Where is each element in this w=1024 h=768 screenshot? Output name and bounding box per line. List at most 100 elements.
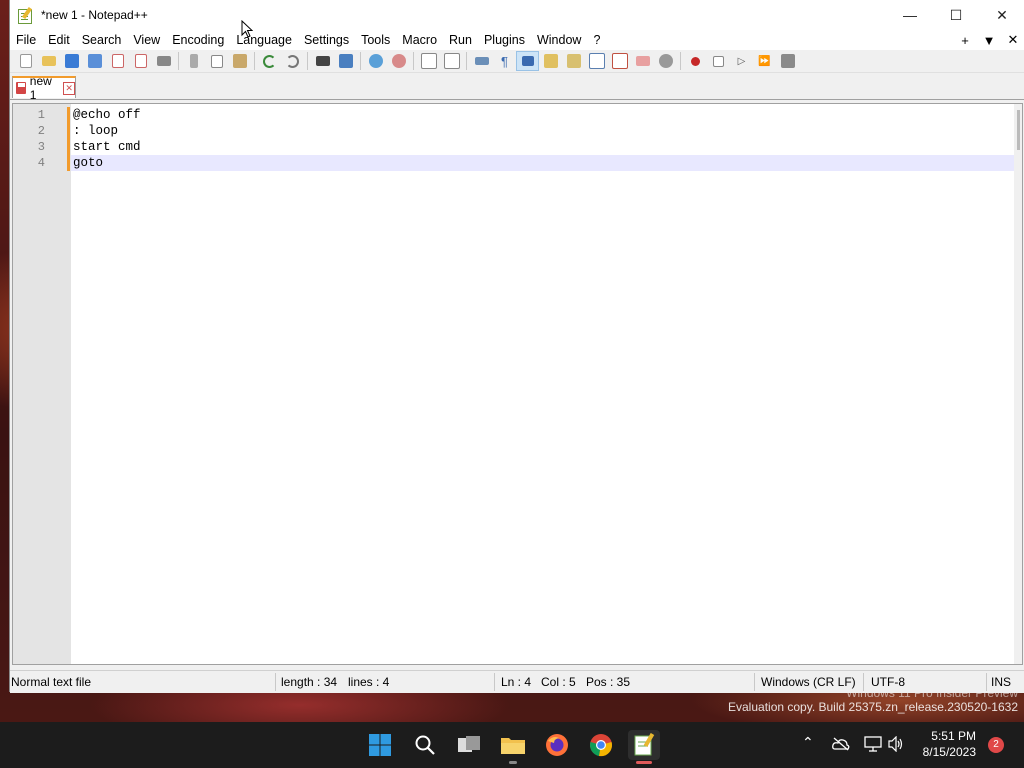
udl-button[interactable]	[539, 51, 562, 71]
toolbar-separator	[254, 52, 255, 70]
monitoring-button[interactable]	[654, 51, 677, 71]
menu-search[interactable]: Search	[76, 30, 128, 50]
menu-macro[interactable]: Macro	[396, 30, 443, 50]
fast-forward-icon: ⏩	[758, 55, 771, 67]
scissors-icon	[189, 54, 198, 68]
find-button[interactable]	[311, 51, 334, 71]
notepadpp-taskbar-button[interactable]	[628, 730, 660, 764]
menu-tools[interactable]: Tools	[355, 30, 396, 50]
sync-horizontal-button[interactable]	[440, 51, 463, 71]
status-encoding[interactable]: UTF-8	[871, 675, 905, 689]
copy-icon	[210, 54, 223, 68]
status-insert-mode[interactable]: INS	[991, 675, 1011, 689]
vertical-scrollbar[interactable]	[1014, 104, 1022, 664]
close-all-button[interactable]	[129, 51, 152, 71]
cut-button[interactable]	[182, 51, 205, 71]
copy-button[interactable]	[205, 51, 228, 71]
tab-new-1[interactable]: new 1 ✕	[12, 74, 76, 102]
stop-macro-button[interactable]	[707, 51, 730, 71]
status-eol[interactable]: Windows (CR LF)	[761, 675, 856, 689]
task-view-icon	[458, 736, 480, 752]
folder-workspace-button[interactable]	[631, 51, 654, 71]
mouse-cursor-icon	[241, 20, 253, 38]
record-icon	[691, 56, 700, 66]
zoom-out-button[interactable]	[387, 51, 410, 71]
close-file-button[interactable]	[106, 51, 129, 71]
system-clock[interactable]: 5:51 PM 8/15/2023	[923, 728, 976, 760]
editor-area[interactable]: 1 2 3 4 @echo off : loop start cmd goto	[12, 103, 1023, 665]
menu-edit[interactable]: Edit	[42, 30, 76, 50]
file-explorer-button[interactable]	[497, 730, 529, 764]
toolbar-separator	[307, 52, 308, 70]
start-button[interactable]	[364, 730, 396, 760]
save-all-button[interactable]	[83, 51, 106, 71]
code-line[interactable]: start cmd	[71, 139, 1014, 155]
network-icon[interactable]	[864, 736, 882, 752]
redo-button[interactable]	[281, 51, 304, 71]
function-list-icon	[611, 53, 628, 69]
status-length: length : 34	[281, 675, 338, 689]
sync-vertical-button[interactable]	[417, 51, 440, 71]
windows-logo-icon	[369, 734, 391, 756]
status-file-type: Normal text file	[11, 675, 92, 689]
onedrive-offline-icon[interactable]	[832, 737, 850, 751]
menu-help[interactable]: ?	[587, 30, 606, 50]
notification-badge[interactable]: 2	[988, 737, 1004, 753]
function-list-button[interactable]	[608, 51, 631, 71]
menu-window[interactable]: Window	[531, 30, 587, 50]
folder-icon	[41, 56, 56, 66]
close-button[interactable]: ✕	[979, 0, 1024, 30]
save-button[interactable]	[60, 51, 83, 71]
zoom-in-button[interactable]	[364, 51, 387, 71]
indent-guide-button[interactable]	[516, 51, 539, 71]
run-macro-multiple-button[interactable]: ⏩	[753, 51, 776, 71]
clock-date: 8/15/2023	[922, 745, 976, 759]
binoculars-icon	[315, 56, 330, 66]
replace-icon	[338, 54, 353, 68]
menu-plugins[interactable]: Plugins	[478, 30, 531, 50]
current-code-line[interactable]: goto	[71, 155, 1014, 171]
save-macro-button[interactable]	[776, 51, 799, 71]
firefox-button[interactable]	[541, 730, 573, 760]
toolbar-separator	[680, 52, 681, 70]
volume-icon[interactable]	[888, 736, 904, 752]
printer-icon	[156, 56, 171, 66]
open-file-button[interactable]	[37, 51, 60, 71]
title-bar[interactable]: *new 1 - Notepad++ — ☐ ✕	[10, 0, 1024, 30]
chrome-button[interactable]	[585, 730, 617, 760]
menu-run[interactable]: Run	[443, 30, 478, 50]
replace-button[interactable]	[334, 51, 357, 71]
toolbar-separator	[178, 52, 179, 70]
stop-icon	[713, 55, 724, 67]
tab-list-icon[interactable]: ▼	[977, 33, 1001, 48]
word-wrap-button[interactable]	[470, 51, 493, 71]
close-file-icon	[111, 54, 124, 68]
chevron-up-icon[interactable]: ⌃	[802, 734, 814, 751]
menu-view[interactable]: View	[127, 30, 166, 50]
paste-button[interactable]	[228, 51, 251, 71]
close-doc-icon[interactable]: ✕	[1001, 32, 1024, 48]
doc-map-button[interactable]	[562, 51, 585, 71]
task-view-button[interactable]	[453, 730, 485, 760]
notepadpp-icon	[634, 733, 655, 756]
menu-settings[interactable]: Settings	[298, 30, 355, 50]
maximize-button[interactable]: ☐	[933, 0, 979, 30]
code-line[interactable]: : loop	[71, 123, 1014, 139]
new-file-button[interactable]	[14, 51, 37, 71]
menu-encoding[interactable]: Encoding	[166, 30, 230, 50]
undo-button[interactable]	[258, 51, 281, 71]
menu-file[interactable]: File	[10, 30, 42, 50]
chrome-icon	[590, 734, 612, 757]
minimize-button[interactable]: —	[887, 0, 933, 30]
active-indicator	[636, 761, 652, 764]
doc-list-button[interactable]	[585, 51, 608, 71]
code-line[interactable]: @echo off	[71, 107, 1014, 123]
record-macro-button[interactable]	[684, 51, 707, 71]
save-icon	[64, 54, 79, 68]
search-button[interactable]	[409, 730, 441, 760]
add-tab-icon[interactable]: +	[953, 33, 977, 48]
tab-close-icon[interactable]: ✕	[63, 81, 75, 95]
print-button[interactable]	[152, 51, 175, 71]
show-all-chars-button[interactable]: ¶	[493, 51, 516, 71]
play-macro-button[interactable]: ▷	[730, 51, 753, 71]
